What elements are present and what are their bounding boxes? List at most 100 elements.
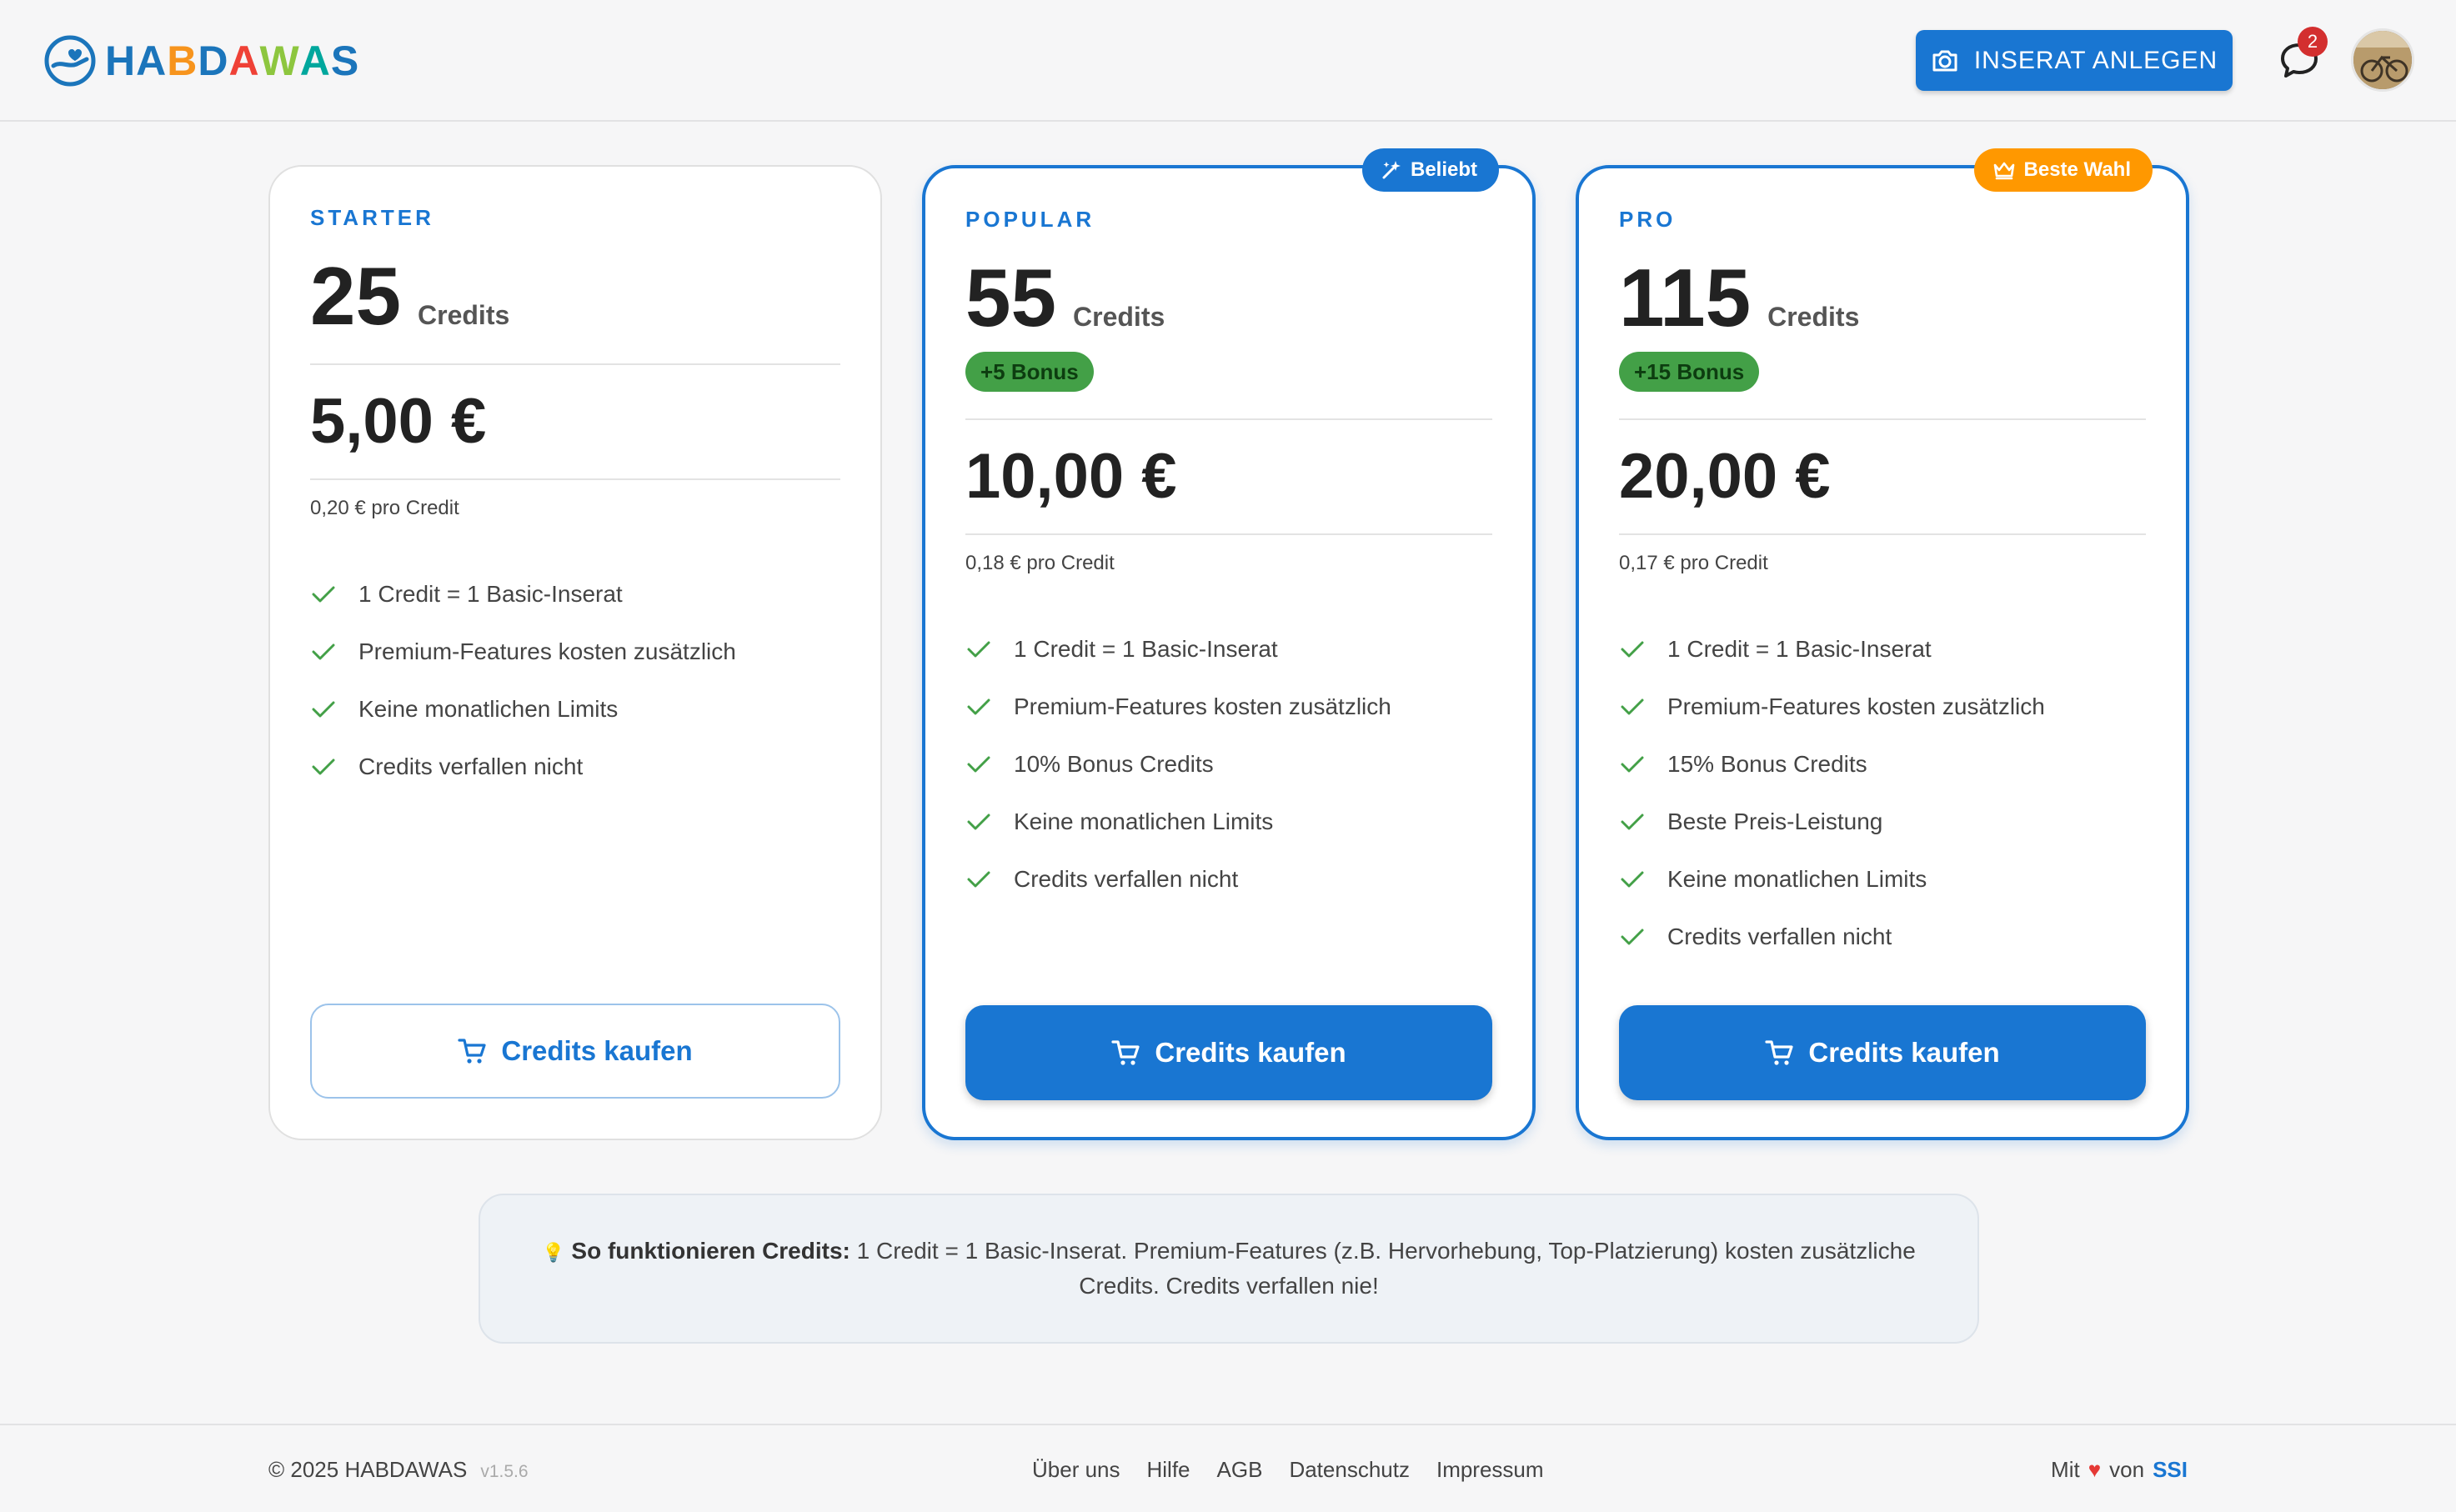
hand-heart-icon	[44, 35, 96, 87]
check-icon	[312, 701, 335, 717]
feature-item: Premium-Features kosten zusätzlich	[310, 623, 840, 680]
feature-item: 10% Bonus Credits	[965, 735, 1492, 793]
feature-item: Credits verfallen nicht	[310, 738, 840, 795]
logo-letter: S	[330, 38, 360, 84]
footer-link-imprint[interactable]: Impressum	[1436, 1457, 1544, 1483]
logo-letter: B	[167, 38, 198, 84]
check-icon	[1621, 698, 1644, 714]
check-icon	[1621, 814, 1644, 829]
user-avatar[interactable]	[2351, 28, 2414, 92]
feature-text: Beste Preis-Leistung	[1667, 808, 1883, 834]
logo-letter: D	[198, 38, 229, 84]
credits-number: 25	[310, 250, 402, 342]
create-listing-button[interactable]: INSERAT ANLEGEN	[1916, 30, 2233, 91]
feature-text: 15% Bonus Credits	[1667, 750, 1867, 777]
buy-credits-button[interactable]: Credits kaufen	[1619, 1005, 2146, 1100]
credits-amount: 115 Credits	[1619, 252, 1859, 343]
footer-link-help[interactable]: Hilfe	[1147, 1457, 1190, 1483]
notification-badge: 2	[2298, 27, 2328, 57]
logo-letter: A	[299, 38, 331, 84]
feature-list: 1 Credit = 1 Basic-Inserat Premium-Featur…	[310, 565, 840, 795]
feature-text: Premium-Features kosten zusätzlich	[1014, 693, 1391, 719]
footer-links: Über uns Hilfe AGB Datenschutz Impressum	[1032, 1457, 1571, 1483]
credits-number: 55	[965, 252, 1057, 343]
popular-tag: Beliebt	[1361, 148, 1499, 192]
feature-text: 1 Credit = 1 Basic-Inserat	[1667, 635, 1932, 662]
credits-unit: Credits	[1073, 302, 1165, 332]
made-with-prefix: Mit	[2051, 1457, 2080, 1482]
check-icon	[1621, 756, 1644, 772]
feature-list: 1 Credit = 1 Basic-Inserat Premium-Featur…	[965, 620, 1492, 908]
price-per-credit: 0,20 € pro Credit	[310, 497, 459, 519]
lightbulb-icon: 💡	[542, 1242, 565, 1263]
credits-info-box: 💡 So funktionieren Credits: 1 Credit = 1…	[479, 1194, 1979, 1344]
feature-text: 1 Credit = 1 Basic-Inserat	[358, 580, 623, 607]
check-icon	[1621, 871, 1644, 887]
logo-letter: A	[228, 38, 260, 84]
feature-item: 1 Credit = 1 Basic-Inserat	[965, 620, 1492, 678]
plan-price: 20,00 €	[1619, 441, 1831, 512]
feature-text: 1 Credit = 1 Basic-Inserat	[1014, 635, 1278, 662]
feature-text: Credits verfallen nicht	[358, 753, 584, 779]
feature-item: Credits verfallen nicht	[965, 850, 1492, 908]
logo-letter: A	[136, 38, 168, 84]
feature-text: Keine monatlichen Limits	[358, 695, 619, 722]
plan-price: 5,00 €	[310, 386, 487, 457]
check-icon	[967, 641, 990, 657]
feature-text: Keine monatlichen Limits	[1667, 865, 1927, 892]
divider	[310, 363, 840, 365]
cart-icon	[458, 1039, 486, 1064]
divider	[965, 418, 1492, 420]
app-version: v1.5.6	[480, 1462, 529, 1481]
bonus-badge: +5 Bonus	[965, 352, 1094, 392]
check-icon	[967, 814, 990, 829]
buy-credits-label: Credits kaufen	[501, 1035, 693, 1066]
camera-icon	[1932, 50, 1957, 71]
plan-card-popular: Beliebt POPULAR 55 Credits +5 Bonus 10,0…	[922, 148, 1536, 1140]
plan-name: POPULAR	[965, 207, 1095, 232]
logo[interactable]: HABDAWAS	[43, 32, 359, 90]
feature-item: 15% Bonus Credits	[1619, 735, 2146, 793]
footer-link-terms[interactable]: AGB	[1217, 1457, 1263, 1483]
feature-item: Keine monatlichen Limits	[1619, 850, 2146, 908]
bonus-badge: +15 Bonus	[1619, 352, 1760, 392]
feature-item: Keine monatlichen Limits	[965, 793, 1492, 850]
best-choice-tag: Beste Wahl	[1973, 148, 2153, 192]
feature-text: Credits verfallen nicht	[1014, 865, 1239, 892]
copyright: © 2025 HABDAWAS	[268, 1457, 468, 1482]
cart-icon	[1111, 1040, 1140, 1065]
made-with-love: Mit ♥ von SSI	[2051, 1457, 2188, 1483]
feature-text: Premium-Features kosten zusätzlich	[1667, 693, 2045, 719]
buy-credits-button[interactable]: Credits kaufen	[310, 1004, 840, 1099]
divider	[310, 478, 840, 480]
feature-item: Keine monatlichen Limits	[310, 680, 840, 738]
app-footer: © 2025 HABDAWAS v1.5.6 Über uns Hilfe AG…	[0, 1424, 2456, 1512]
logo-text: HABDAWAS	[105, 32, 359, 90]
feature-item: Premium-Features kosten zusätzlich	[1619, 678, 2146, 735]
app-header: HABDAWAS INSERAT ANLEGEN 2	[0, 0, 2456, 122]
credits-amount: 25 Credits	[310, 250, 509, 342]
made-by-link[interactable]: SSI	[2153, 1457, 2188, 1483]
buy-credits-button[interactable]: Credits kaufen	[965, 1005, 1492, 1100]
plan-price: 10,00 €	[965, 441, 1177, 512]
footer-link-about[interactable]: Über uns	[1032, 1457, 1120, 1483]
credits-unit: Credits	[418, 300, 510, 330]
feature-item: 1 Credit = 1 Basic-Inserat	[310, 565, 840, 623]
check-icon	[312, 759, 335, 774]
feature-text: Credits verfallen nicht	[1667, 923, 1892, 949]
check-icon	[967, 871, 990, 887]
check-icon	[1621, 929, 1644, 944]
feature-text: 10% Bonus Credits	[1014, 750, 1214, 777]
tag-label: Beliebt	[1410, 158, 1477, 181]
divider	[1619, 418, 2146, 420]
plan-name: STARTER	[310, 205, 434, 230]
info-title: So funktionieren Credits:	[571, 1238, 850, 1264]
feature-list: 1 Credit = 1 Basic-Inserat Premium-Featur…	[1619, 620, 2146, 965]
logo-letter: H	[105, 38, 137, 84]
check-icon	[312, 586, 335, 602]
feature-text: Premium-Features kosten zusätzlich	[358, 638, 736, 664]
feature-item: Premium-Features kosten zusätzlich	[965, 678, 1492, 735]
info-text: 💡 So funktionieren Credits: 1 Credit = 1…	[530, 1234, 1927, 1303]
check-icon	[967, 756, 990, 772]
footer-link-privacy[interactable]: Datenschutz	[1289, 1457, 1410, 1483]
